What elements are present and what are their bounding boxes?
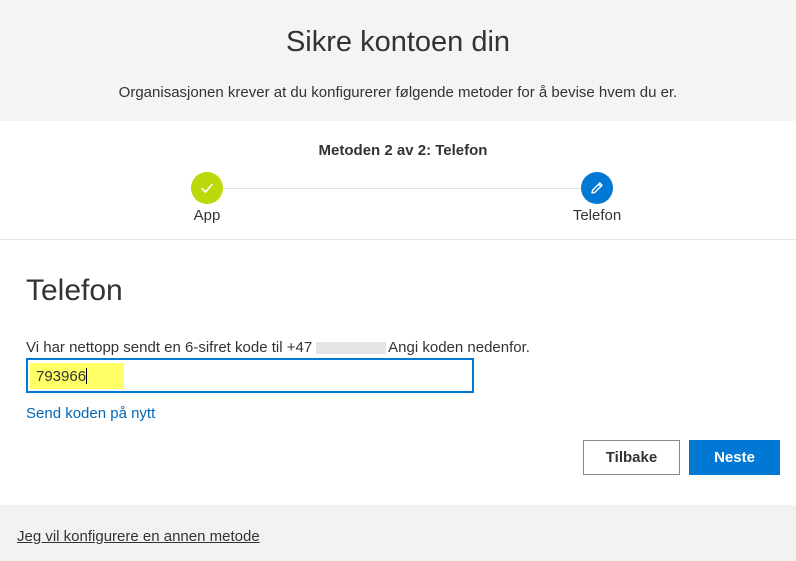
text-caret bbox=[86, 368, 88, 384]
info-suffix: Angi koden nedenfor. bbox=[388, 339, 530, 356]
page-subtitle: Organisasjonen krever at du konfigurerer… bbox=[118, 84, 678, 101]
page-footer: Jeg vil konfigurere en annen metode bbox=[0, 505, 796, 561]
configure-other-method-link[interactable]: Jeg vil konfigurere en annen metode bbox=[17, 528, 260, 545]
page-title: Sikre kontoen din bbox=[285, 26, 511, 58]
step-app-complete bbox=[191, 172, 223, 204]
section-title: Telefon bbox=[26, 274, 123, 307]
code-value: 793966 bbox=[36, 368, 87, 385]
masked-phone-number bbox=[316, 342, 387, 355]
info-prefix: Vi har nettopp sendt en 6-sifret kode ti… bbox=[26, 339, 313, 356]
step-counter-label: Metoden 2 av 2: Telefon bbox=[318, 142, 488, 159]
step-app-label: App bbox=[193, 207, 221, 224]
checkmark-icon bbox=[201, 183, 213, 193]
progress-line bbox=[223, 188, 581, 189]
main-panel: Telefon Vi har nettopp sendt en 6-sifret… bbox=[0, 240, 796, 505]
step-telefon-label: Telefon bbox=[572, 207, 622, 224]
pencil-icon bbox=[591, 182, 603, 194]
page-header: Sikre kontoen din Organisasjonen krever … bbox=[0, 0, 796, 121]
resend-code-link[interactable]: Send koden på nytt bbox=[26, 405, 155, 422]
step-telefon-active bbox=[581, 172, 613, 204]
back-button[interactable]: Tilbake bbox=[583, 440, 680, 475]
progress-steps: Metoden 2 av 2: Telefon App Telefon bbox=[0, 121, 796, 240]
verification-code-input[interactable]: 793966 bbox=[26, 358, 474, 393]
info-text: Vi har nettopp sendt en 6-sifret kode ti… bbox=[26, 339, 530, 356]
next-button[interactable]: Neste bbox=[689, 440, 780, 475]
